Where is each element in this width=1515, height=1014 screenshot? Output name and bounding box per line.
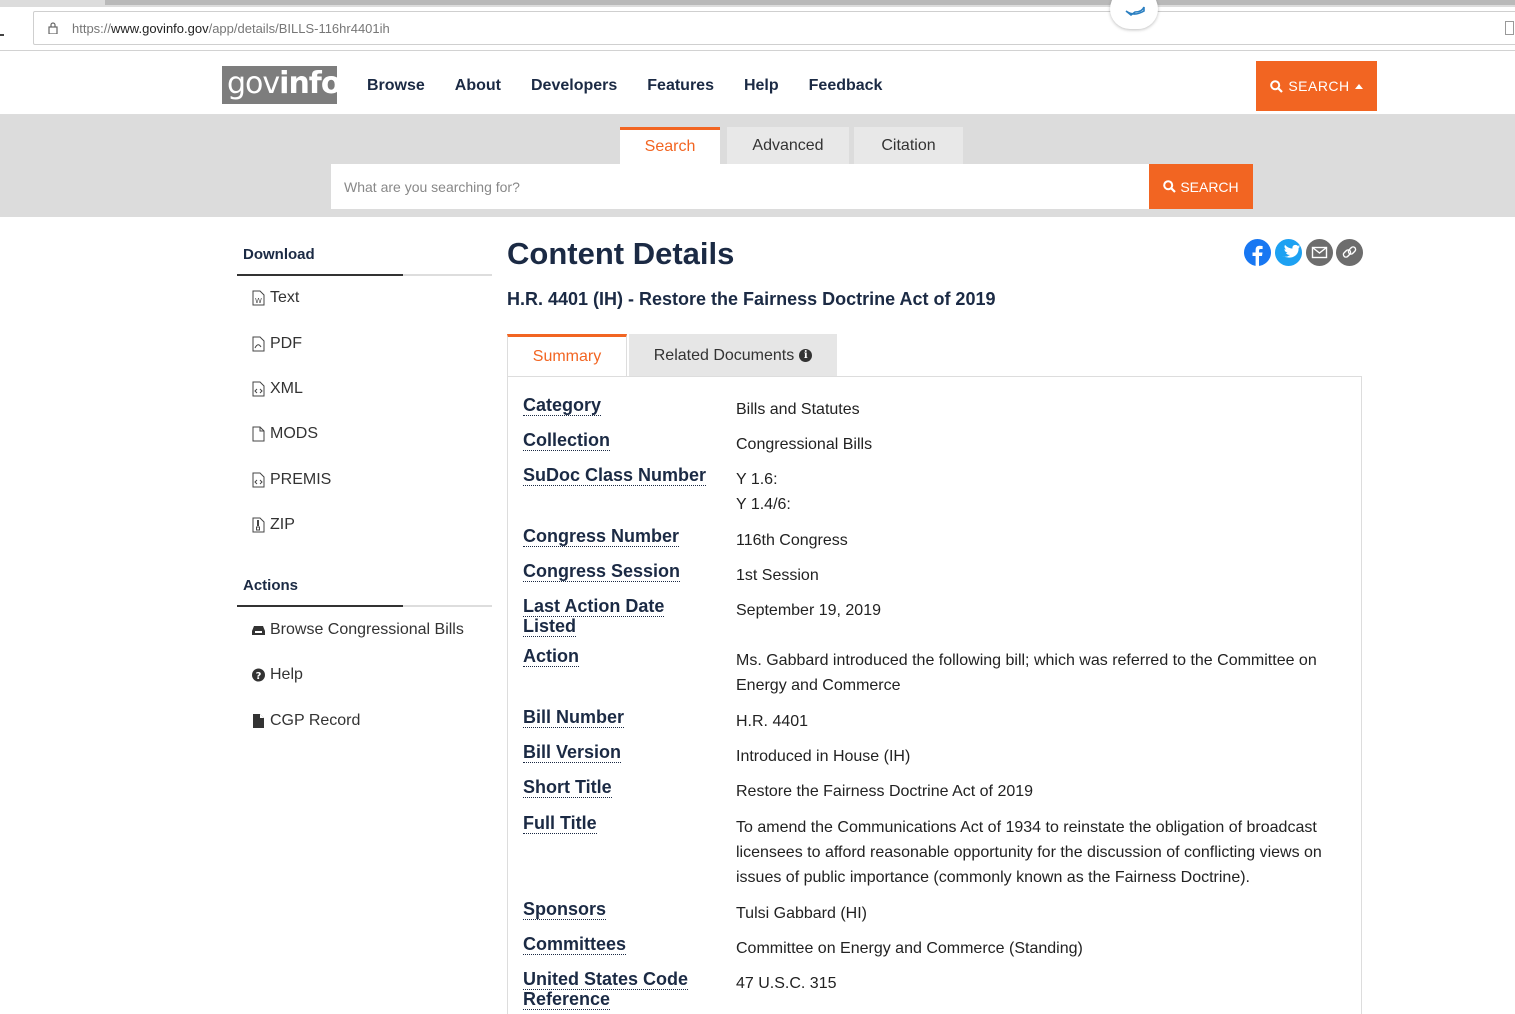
detail-label[interactable]: Last Action Date Listed bbox=[523, 596, 693, 637]
question-circle-icon: ? bbox=[252, 668, 265, 682]
detail-value-line: Y 1.6: bbox=[736, 471, 778, 488]
nav-feedback[interactable]: Feedback bbox=[809, 77, 883, 95]
detail-value: Introduced in House (IH) bbox=[736, 748, 911, 765]
main-nav: Browse About Developers Features Help Fe… bbox=[367, 77, 912, 95]
header-search-toggle[interactable]: SEARCH bbox=[1256, 61, 1377, 111]
search-button-label: SEARCH bbox=[1180, 178, 1239, 195]
detail-label[interactable]: Collection bbox=[523, 430, 723, 451]
pdf-file-icon bbox=[252, 336, 265, 352]
nav-developers[interactable]: Developers bbox=[531, 77, 617, 95]
govinfo-logo[interactable]: govinfo bbox=[222, 66, 341, 104]
tab-related-documents-label: Related Documents bbox=[653, 346, 795, 364]
tab-related-documents[interactable]: Related Documents i bbox=[629, 334, 837, 377]
site-header: govinfo Browse About Developers Features… bbox=[0, 52, 1515, 115]
caret-up-icon bbox=[1354, 83, 1363, 89]
download-text-link[interactable]: W Text bbox=[251, 289, 299, 307]
detail-label[interactable]: SuDoc Class Number bbox=[523, 465, 723, 486]
info-icon[interactable]: i bbox=[799, 349, 813, 362]
detail-value: 116th Congress bbox=[736, 532, 848, 549]
zip-file-icon bbox=[252, 517, 265, 533]
detail-label[interactable]: Short Title bbox=[523, 777, 723, 798]
detail-value: H.R. 4401 bbox=[736, 713, 809, 730]
nav-help[interactable]: Help bbox=[744, 77, 779, 95]
download-zip-link[interactable]: ZIP bbox=[251, 516, 295, 534]
download-heading: Download bbox=[237, 246, 492, 276]
svg-text:?: ? bbox=[256, 671, 262, 682]
detail-label[interactable]: United States Code Reference bbox=[523, 969, 693, 1010]
detail-value: Bills and Statutes bbox=[736, 401, 860, 418]
detail-label[interactable]: Committees bbox=[523, 934, 723, 955]
detail-value: To amend the Communications Act of 1934 … bbox=[736, 819, 1322, 886]
inbox-icon bbox=[252, 626, 265, 635]
detail-label[interactable]: Sponsors bbox=[523, 899, 723, 920]
browse-congressional-bills-link[interactable]: Browse Congressional Bills bbox=[251, 621, 464, 639]
detail-label[interactable]: Congress Session bbox=[523, 561, 723, 582]
tab-citation[interactable]: Citation bbox=[854, 127, 963, 164]
detail-value: Ms. Gabbard introduced the following bil… bbox=[736, 652, 1317, 694]
download-premis-link[interactable]: PREMIS bbox=[251, 471, 331, 489]
browser-edge-mark bbox=[0, 34, 4, 36]
download-mods-link[interactable]: MODS bbox=[251, 425, 318, 443]
facebook-icon[interactable] bbox=[1244, 239, 1271, 266]
document-icon bbox=[253, 714, 264, 728]
bill-subtitle: H.R. 4401 (IH) - Restore the Fairness Do… bbox=[507, 289, 996, 309]
detail-label[interactable]: Action bbox=[523, 646, 723, 667]
detail-value: Committee on Energy and Commerce (Standi… bbox=[736, 940, 1083, 957]
detail-value: 47 U.S.C. 315 bbox=[736, 975, 837, 992]
chat-icon[interactable] bbox=[1110, 0, 1158, 29]
url-field[interactable]: https://www.govinfo.gov/app/details/BILL… bbox=[33, 11, 1515, 45]
browser-address-bar: https://www.govinfo.gov/app/details/BILL… bbox=[0, 0, 1515, 51]
download-xml-link[interactable]: XML bbox=[251, 380, 303, 398]
link-icon[interactable] bbox=[1336, 239, 1363, 266]
nav-browse[interactable]: Browse bbox=[367, 77, 425, 95]
download-pdf-link[interactable]: PDF bbox=[251, 335, 302, 353]
detail-value-line: Y 1.4/6: bbox=[736, 496, 791, 513]
svg-text:W: W bbox=[255, 297, 262, 305]
nav-about[interactable]: About bbox=[455, 77, 501, 95]
search-icon bbox=[1163, 180, 1177, 193]
code-file-icon bbox=[252, 472, 265, 488]
detail-label[interactable]: Full Title bbox=[523, 813, 723, 834]
twitter-icon[interactable] bbox=[1275, 239, 1302, 266]
file-icon bbox=[252, 426, 265, 442]
detail-value: September 19, 2019 bbox=[736, 602, 881, 619]
detail-label[interactable]: Bill Version bbox=[523, 742, 723, 763]
detail-value: Restore the Fairness Doctrine Act of 201… bbox=[736, 783, 1034, 800]
reader-mode-icon[interactable] bbox=[1505, 21, 1514, 35]
search-button[interactable]: SEARCH bbox=[1149, 164, 1253, 209]
detail-label[interactable]: Category bbox=[523, 395, 723, 416]
browser-top-strip bbox=[0, 0, 1515, 7]
detail-value: 1st Session bbox=[736, 567, 819, 584]
search-icon bbox=[1270, 79, 1284, 93]
search-band: Search Advanced Citation What are you se… bbox=[0, 115, 1515, 217]
email-icon[interactable] bbox=[1306, 239, 1333, 266]
detail-value: Congressional Bills bbox=[736, 436, 873, 453]
word-file-icon: W bbox=[252, 290, 265, 306]
url-text: https://www.govinfo.gov/app/details/BILL… bbox=[72, 21, 390, 36]
help-link[interactable]: ? Help bbox=[251, 666, 303, 684]
detail-value: Tulsi Gabbard (HI) bbox=[736, 905, 867, 922]
actions-heading: Actions bbox=[237, 577, 492, 607]
browser-tab-bar bbox=[105, 0, 1515, 5]
tab-summary[interactable]: Summary bbox=[507, 334, 627, 377]
detail-label[interactable]: Congress Number bbox=[523, 526, 723, 547]
header-search-label: SEARCH bbox=[1288, 78, 1350, 94]
nav-features[interactable]: Features bbox=[647, 77, 714, 95]
lock-icon bbox=[48, 22, 58, 34]
tab-advanced[interactable]: Advanced bbox=[727, 127, 849, 164]
code-file-icon bbox=[252, 381, 265, 397]
detail-label[interactable]: Bill Number bbox=[523, 707, 723, 728]
page-title: Content Details bbox=[507, 236, 735, 271]
cgp-record-link[interactable]: CGP Record bbox=[251, 712, 360, 730]
tab-search[interactable]: Search bbox=[620, 127, 720, 164]
search-input[interactable]: What are you searching for? bbox=[331, 164, 1149, 209]
detail-value: Y 1.6: Y 1.4/6: bbox=[736, 467, 1336, 517]
